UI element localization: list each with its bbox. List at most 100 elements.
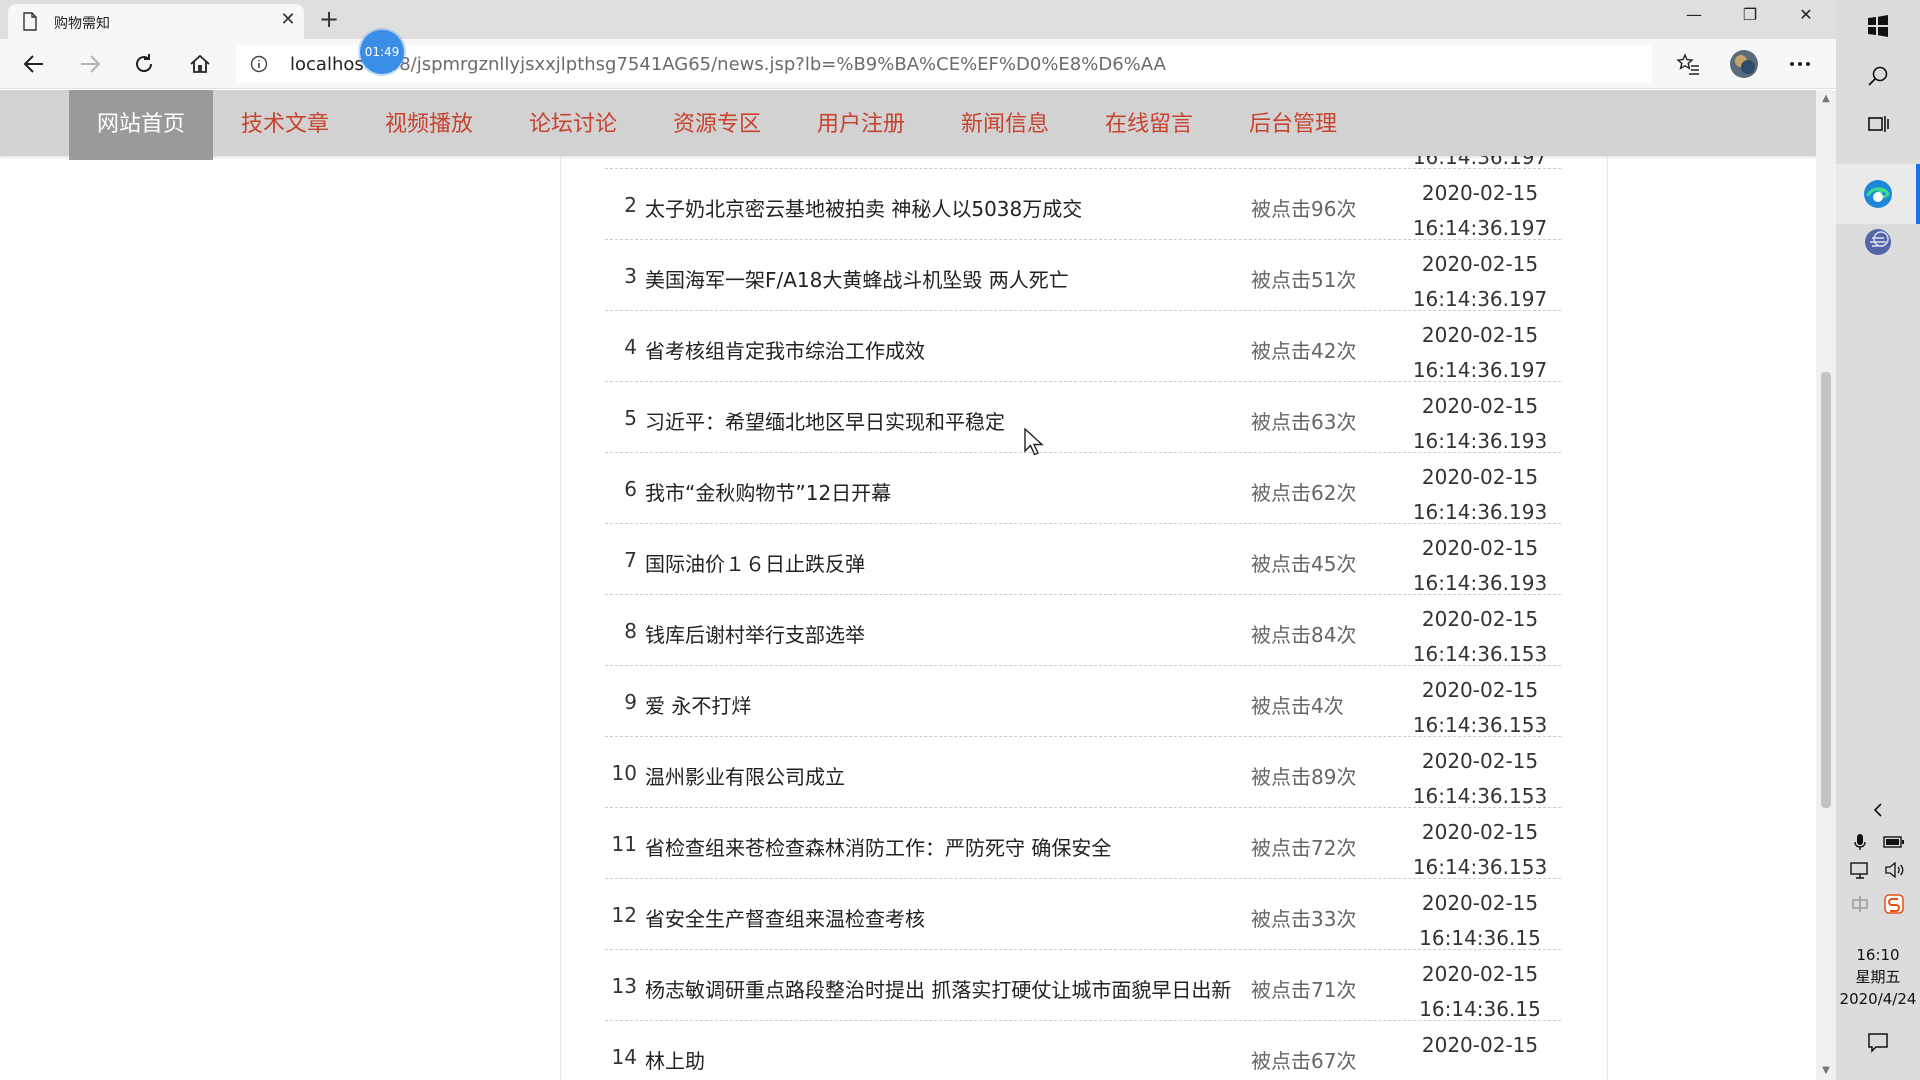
news-date: 2020-02-15 <box>1421 749 1539 773</box>
close-window-button[interactable]: ✕ <box>1778 0 1834 30</box>
nav-register[interactable]: 用户注册 <box>789 90 933 160</box>
news-date: 2020-02-15 <box>1421 607 1539 631</box>
sogou-icon <box>1884 894 1904 914</box>
news-title-link[interactable]: 杨志敏调研重点路段整治时提出 抓落实打硬仗让城市面貌早日出新 <box>645 974 1231 1003</box>
profile-button[interactable] <box>1728 48 1760 80</box>
content-panel: 1我市新居民服务管理创新工作省内领先被点击9次16:14:36.1972太子奶北… <box>560 122 1608 1080</box>
news-row: 14 林上助 被点击67次 2020-02-15 <box>605 1021 1561 1080</box>
more-options-button[interactable] <box>1784 48 1816 80</box>
browser-toolbar: localhos 58/jspmrgznllyjsxxjlpthsg7541AG6… <box>0 39 1836 89</box>
url-text[interactable]: localhos 58/jspmrgznllyjsxxjlpthsg7541AG6… <box>290 54 1166 75</box>
news-row: 4 省考核组肯定我市综治工作成效 被点击42次 2020-02-15 16:14:36.… <box>605 311 1561 382</box>
news-row: 9爱 永不打烊 被点击4次 2020-02-15 16:14:36.153 <box>605 666 1561 737</box>
news-title-link[interactable]: 国际油价１６日止跌反弹 <box>645 548 865 577</box>
volume-button[interactable] <box>1878 854 1910 886</box>
minimize-button[interactable]: — <box>1666 0 1722 30</box>
active-indicator <box>1916 164 1920 224</box>
tab-title: 购物需知 <box>54 16 110 32</box>
search-button[interactable] <box>1858 56 1898 96</box>
nav-resources[interactable]: 资源专区 <box>645 90 789 160</box>
sogou-button[interactable] <box>1878 888 1910 920</box>
scroll-up-icon[interactable]: ▲ <box>1820 94 1832 104</box>
news-date: 2020-02-15 <box>1421 891 1539 915</box>
notifications-button[interactable] <box>1858 1022 1898 1062</box>
news-datetime: 2020-02-15 16:14:36.197 <box>1405 247 1555 317</box>
address-bar[interactable]: localhos 58/jspmrgznllyjsxxjlpthsg7541AG6… <box>236 45 1652 83</box>
news-title-link[interactable]: 省安全生产督查组来温检查考核 <box>645 903 925 932</box>
news-hit-count: 被点击71次 <box>1251 978 1357 1002</box>
restore-button[interactable]: ❐ <box>1722 0 1778 30</box>
nav-forum[interactable]: 论坛讨论 <box>501 90 645 160</box>
app-button-2[interactable] <box>1858 222 1898 262</box>
news-index: 14 <box>611 1045 637 1069</box>
tab-active[interactable]: 购物需知 ✕ <box>8 4 304 39</box>
screen-recorder-timer[interactable]: 01:49 <box>360 30 404 74</box>
input-method-button[interactable] <box>1844 888 1876 920</box>
news-title-link[interactable]: 美国海军一架F/A18大黄蜂战斗机坠毁 两人死亡 <box>645 264 1069 293</box>
news-datetime: 2020-02-15 16:14:36.193 <box>1405 531 1555 601</box>
nav-messages[interactable]: 在线留言 <box>1077 90 1221 160</box>
forward-button[interactable] <box>74 48 106 80</box>
news-row: 8 钱库后谢村举行支部选举 被点击84次 2020-02-15 16:14:36.153 <box>605 595 1561 666</box>
news-title-link[interactable]: 习近平：希望缅北地区早日实现和平稳定 <box>645 406 1005 435</box>
news-title-link[interactable]: 爱 永不打烊 <box>645 690 751 719</box>
volume-icon <box>1885 862 1904 878</box>
system-clock[interactable]: 16:10 星期五 2020/4/24 <box>1836 944 1920 1010</box>
news-datetime: 2020-02-15 16:14:36.15 <box>1405 957 1555 1027</box>
news-index: 2 <box>624 193 637 217</box>
news-date: 2020-02-15 <box>1421 323 1539 347</box>
news-hit-count: 被点击67次 <box>1251 1049 1357 1073</box>
news-hit-count: 被点击42次 <box>1251 339 1357 363</box>
news-title-link[interactable]: 省考核组肯定我市综治工作成效 <box>645 335 925 364</box>
nav-home[interactable]: 网站首页 <box>69 90 213 160</box>
nav-video[interactable]: 视频播放 <box>357 90 501 160</box>
scroll-thumb[interactable] <box>1821 372 1831 808</box>
news-hit-count: 被点击72次 <box>1251 836 1357 860</box>
ime-icon <box>1852 896 1868 912</box>
windows-logo-icon <box>1868 15 1888 37</box>
home-icon <box>190 54 210 73</box>
start-button[interactable] <box>1858 6 1898 46</box>
news-index: 10 <box>611 761 637 785</box>
news-title-link[interactable]: 我市“金秋购物节”12日开幕 <box>645 477 891 506</box>
news-date: 2020-02-15 <box>1421 536 1539 560</box>
task-view-button[interactable] <box>1858 104 1898 144</box>
info-icon[interactable] <box>250 55 268 73</box>
favorites-button[interactable] <box>1672 48 1704 80</box>
home-button[interactable] <box>184 48 216 80</box>
news-index: 11 <box>611 832 637 856</box>
page-scrollbar[interactable]: ▲ ▼ <box>1816 90 1836 1080</box>
network-button[interactable] <box>1844 854 1876 886</box>
news-title-link[interactable]: 太子奶北京密云基地被拍卖 神秘人以5038万成交 <box>645 193 1082 222</box>
edge-app-button[interactable] <box>1858 164 1898 224</box>
page-viewport: 网站首页 技术文章 视频播放 论坛讨论 资源专区 用户注册 新闻信息 在线留言 … <box>0 90 1816 1080</box>
news-title-link[interactable]: 林上助 <box>645 1045 705 1074</box>
news-index: 5 <box>624 406 637 430</box>
news-hit-count: 被点击84次 <box>1251 623 1357 647</box>
page-icon <box>23 12 37 31</box>
new-tab-button[interactable]: + <box>316 6 342 32</box>
scroll-down-icon[interactable]: ▼ <box>1820 1066 1832 1076</box>
news-date: 2020-02-15 <box>1421 394 1539 418</box>
news-index: 4 <box>624 335 637 359</box>
news-datetime: 2020-02-15 16:14:36.193 <box>1405 460 1555 530</box>
nav-news[interactable]: 新闻信息 <box>933 90 1077 160</box>
news-title-link[interactable]: 钱库后谢村举行支部选举 <box>645 619 865 648</box>
news-datetime: 2020-02-15 16:14:36.193 <box>1405 389 1555 459</box>
nav-admin[interactable]: 后台管理 <box>1221 90 1365 160</box>
search-icon <box>1868 66 1888 86</box>
refresh-button[interactable] <box>128 48 160 80</box>
clock-date: 2020/4/24 <box>1839 990 1917 1008</box>
news-index: 9 <box>624 690 637 714</box>
tab-close-icon[interactable]: ✕ <box>278 10 298 30</box>
forward-arrow-icon <box>81 55 101 73</box>
back-button[interactable] <box>18 48 50 80</box>
show-hidden-icons-button[interactable] <box>1858 790 1898 830</box>
news-hit-count: 被点击89次 <box>1251 765 1357 789</box>
notification-icon <box>1868 1033 1888 1053</box>
news-title-link[interactable]: 省检查组来苍检查森林消防工作：严防死守 确保安全 <box>645 832 1111 861</box>
mouse-cursor-icon <box>1024 428 1044 456</box>
news-title-link[interactable]: 温州影业有限公司成立 <box>645 761 845 790</box>
nav-tech-articles[interactable]: 技术文章 <box>213 90 357 160</box>
news-row: 2 太子奶北京密云基地被拍卖 神秘人以5038万成交 被点击96次 2020-02-1… <box>605 169 1561 240</box>
